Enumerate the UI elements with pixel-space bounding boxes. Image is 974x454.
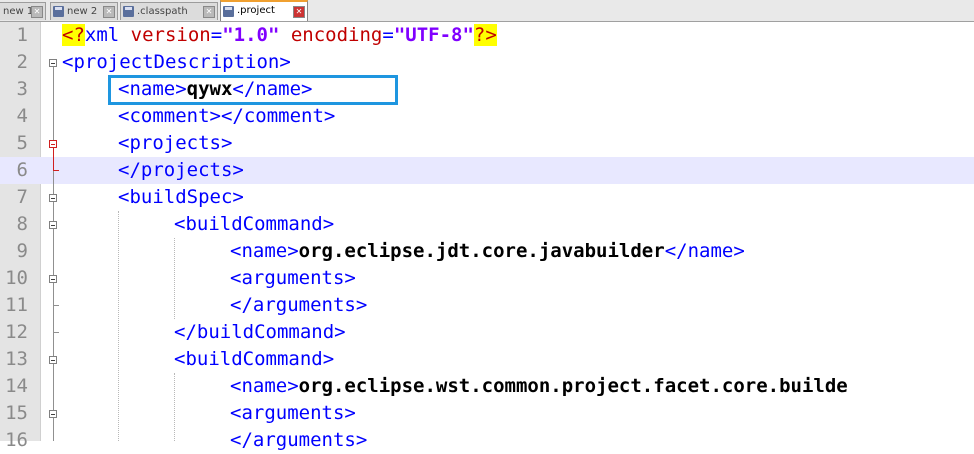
close-icon[interactable]: ✕ bbox=[293, 6, 305, 18]
tab-new-1[interactable]: new 1 ✕ bbox=[0, 2, 46, 20]
code-text: <arguments> bbox=[230, 402, 356, 424]
fold-toggle-icon[interactable] bbox=[49, 221, 57, 229]
code-text: </projects> bbox=[118, 159, 244, 181]
code-line[interactable]: 13 <buildCommand> bbox=[0, 346, 974, 373]
line-number: 13 bbox=[5, 348, 28, 370]
fold-toggle-icon[interactable] bbox=[49, 356, 57, 364]
line-number: 15 bbox=[5, 402, 28, 424]
code-text: <buildCommand> bbox=[174, 213, 335, 235]
fold-toggle-icon[interactable] bbox=[49, 194, 57, 202]
code-line[interactable]: 14 <name>org.eclipse.wst.common.project.… bbox=[0, 373, 974, 400]
close-icon[interactable]: ✕ bbox=[203, 6, 215, 18]
fold-toggle-icon[interactable] bbox=[49, 140, 57, 148]
fold-toggle-icon[interactable] bbox=[49, 410, 57, 418]
tab-new-2[interactable]: new 2 ✕ bbox=[50, 2, 118, 20]
indent-guide bbox=[118, 211, 119, 441]
line-number: 12 bbox=[5, 321, 28, 343]
line-number: 11 bbox=[5, 294, 28, 316]
code-line[interactable]: 15 <arguments> bbox=[0, 400, 974, 427]
code-text: <arguments> bbox=[230, 267, 356, 289]
fold-guide-line bbox=[53, 67, 54, 441]
tab-label: .project bbox=[237, 5, 275, 16]
code-text: </arguments> bbox=[230, 294, 368, 316]
code-line-current[interactable]: 6 </projects> bbox=[0, 157, 974, 184]
code-text: <name>org.eclipse.jdt.core.javabuilder</… bbox=[230, 240, 745, 262]
tab-label: new 2 bbox=[67, 6, 98, 17]
code-text: <?xml version="1.0" encoding="UTF-8"?> bbox=[62, 24, 497, 46]
line-number: 1 bbox=[16, 24, 28, 46]
code-line[interactable]: 8 <buildCommand> bbox=[0, 211, 974, 238]
code-line[interactable]: 1 <?xml version="1.0" encoding="UTF-8"?> bbox=[0, 22, 974, 49]
code-line[interactable]: 5 <projects> bbox=[0, 130, 974, 157]
code-text: <projectDescription> bbox=[62, 51, 291, 73]
code-line[interactable]: 2 <projectDescription> bbox=[0, 49, 974, 76]
code-line[interactable]: 11 </arguments> bbox=[0, 292, 974, 319]
code-text: <buildSpec> bbox=[118, 186, 244, 208]
tab-classpath[interactable]: .classpath ✕ bbox=[120, 2, 218, 20]
code-text: <buildCommand> bbox=[174, 348, 335, 370]
line-number: 14 bbox=[5, 375, 28, 397]
line-number: 5 bbox=[16, 132, 28, 154]
line-number: 3 bbox=[16, 78, 28, 100]
code-text: </buildCommand> bbox=[174, 321, 346, 343]
fold-toggle-icon[interactable] bbox=[49, 59, 57, 67]
highlight-box bbox=[108, 75, 398, 105]
code-line[interactable]: 9 <name>org.eclipse.jdt.core.javabuilder… bbox=[0, 238, 974, 265]
code-line[interactable]: 10 <arguments> bbox=[0, 265, 974, 292]
indent-guide bbox=[174, 373, 175, 441]
line-number: 2 bbox=[16, 51, 28, 73]
line-number: 6 bbox=[16, 159, 28, 181]
tab-label: .classpath bbox=[137, 6, 188, 17]
save-file-icon bbox=[53, 6, 64, 17]
indent-guide bbox=[174, 238, 175, 319]
code-line[interactable]: 7 <buildSpec> bbox=[0, 184, 974, 211]
fold-end-marker bbox=[53, 332, 59, 333]
line-number: 4 bbox=[16, 105, 28, 127]
tab-label: new 1 bbox=[3, 6, 34, 17]
fold-guide-line bbox=[53, 148, 54, 170]
tab-bar: new 1 ✕ new 2 ✕ .classpath ✕ .project ✕ bbox=[0, 0, 974, 22]
code-text: <comment></comment> bbox=[118, 105, 336, 127]
line-number: 9 bbox=[16, 240, 28, 262]
code-text: <projects> bbox=[118, 132, 233, 154]
line-number: 10 bbox=[5, 267, 28, 289]
close-icon[interactable]: ✕ bbox=[103, 6, 115, 18]
line-number: 8 bbox=[16, 213, 28, 235]
code-line[interactable]: 4 <comment></comment> bbox=[0, 103, 974, 130]
line-number: 7 bbox=[16, 186, 28, 208]
fold-end-marker bbox=[53, 305, 59, 306]
fold-toggle-icon[interactable] bbox=[49, 275, 57, 283]
close-icon[interactable]: ✕ bbox=[31, 6, 43, 18]
code-text: <name>org.eclipse.wst.common.project.fac… bbox=[230, 375, 848, 397]
fold-end-marker bbox=[53, 170, 59, 171]
tab-project[interactable]: .project ✕ bbox=[220, 0, 308, 21]
code-line[interactable]: 12 </buildCommand> bbox=[0, 319, 974, 346]
save-file-icon bbox=[123, 6, 134, 17]
save-file-icon bbox=[223, 6, 234, 17]
